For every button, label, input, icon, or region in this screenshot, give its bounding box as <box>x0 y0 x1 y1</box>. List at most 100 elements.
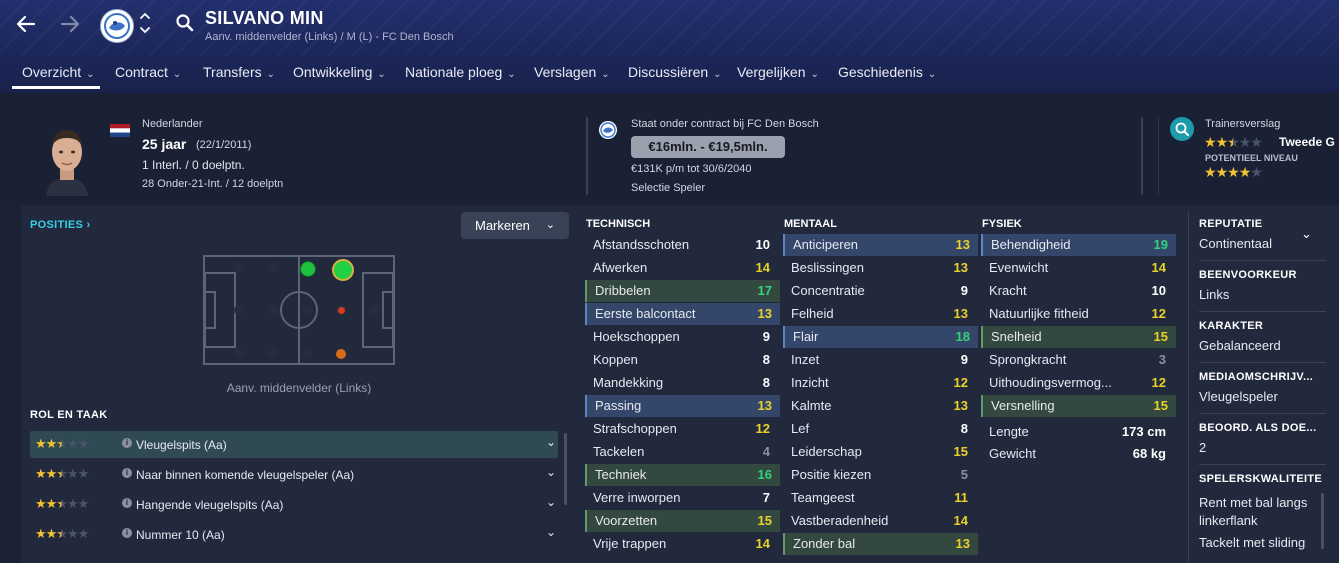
attribute-row[interactable]: Inzicht 12 <box>783 372 976 394</box>
chevron-down-icon: ⌄ <box>507 69 516 80</box>
roles-scrollbar[interactable] <box>564 433 567 505</box>
attribute-row[interactable]: Beslissingen 13 <box>783 257 976 279</box>
attribute-row[interactable]: Kracht 10 <box>981 280 1174 302</box>
attribute-row[interactable]: Afstandsschoten 10 <box>585 234 778 256</box>
chevron-down-icon[interactable]: ⌄ <box>1301 226 1312 242</box>
transfer-value-badge[interactable]: €16mln. - €19,5mln. <box>631 136 785 158</box>
attribute-row[interactable]: Sprongkracht 3 <box>981 349 1174 371</box>
attribute-row[interactable]: Verre inworpen 7 <box>585 487 778 509</box>
tab-ontwikkeling[interactable]: Ontwikkeling ⌄ <box>293 64 386 80</box>
forward-arrow-icon[interactable] <box>58 12 82 40</box>
media-value: Vleugelspeler <box>1199 389 1278 404</box>
info-icon[interactable]: i <box>122 528 132 538</box>
role-row[interactable]: ★★★★★ i Nummer 10 (Aa) ⌄ <box>30 521 558 548</box>
height-row: Lengte 173 cm <box>989 424 1166 439</box>
star-icon: ★ <box>1250 134 1263 150</box>
attribute-row[interactable]: Natuurlijke fitheid 12 <box>981 303 1174 325</box>
attribute-row[interactable]: Eerste balcontact 13 <box>585 303 780 325</box>
attribute-row[interactable]: Mandekking 8 <box>585 372 778 394</box>
mental-title: MENTAAL <box>784 218 837 230</box>
club-switch-chevrons-icon[interactable] <box>139 10 151 39</box>
tab-transfers[interactable]: Transfers ⌄ <box>203 64 275 80</box>
active-tab-indicator <box>12 86 100 89</box>
attribute-row[interactable]: Techniek 16 <box>585 464 780 486</box>
attribute-row[interactable]: Teamgeest 11 <box>783 487 976 509</box>
attribute-row[interactable]: Vrije trappen 14 <box>585 533 778 555</box>
attribute-row[interactable]: Afwerken 14 <box>585 257 778 279</box>
info-icon[interactable]: i <box>122 498 132 508</box>
chevron-down-icon: ⌄ <box>266 69 275 80</box>
chevron-down-icon[interactable]: ⌄ <box>546 435 556 449</box>
player-face-avatar <box>42 124 92 196</box>
info-icon[interactable]: i <box>122 438 132 448</box>
chevron-down-icon: ⌄ <box>377 69 386 80</box>
reputation-label: REPUTATIE <box>1199 218 1263 230</box>
tab-discussieren[interactable]: Discussiëren ⌄ <box>628 64 722 80</box>
traits-scrollbar[interactable] <box>1321 493 1324 549</box>
attribute-row[interactable]: Zonder bal 13 <box>783 533 978 555</box>
back-arrow-icon[interactable] <box>14 12 38 40</box>
scout-report-button[interactable] <box>1170 117 1194 141</box>
attribute-row[interactable]: Leiderschap 15 <box>783 441 976 463</box>
player-header: SILVANO MIN Aanv. middenvelder (Links) /… <box>0 0 1339 93</box>
role-row[interactable]: ★★★★★ i Naar binnen komende vleugelspele… <box>30 461 558 488</box>
chevron-down-icon[interactable]: ⌄ <box>546 525 556 539</box>
foot-value: Links <box>1199 287 1230 302</box>
attribute-row[interactable]: Felheid 13 <box>783 303 976 325</box>
chevron-down-icon: ⌄ <box>86 69 95 80</box>
tab-contract[interactable]: Contract ⌄ <box>115 64 181 80</box>
tab-nationale-ploeg[interactable]: Nationale ploeg ⌄ <box>405 64 516 80</box>
tab-overzicht[interactable]: Overzicht ⌄ <box>22 64 95 80</box>
tab-verslagen[interactable]: Verslagen ⌄ <box>534 64 610 80</box>
potential-level-label: POTENTIEEL NIVEAU <box>1205 153 1298 163</box>
chevron-down-icon[interactable]: ⌄ <box>546 495 556 509</box>
selected-position-marker <box>332 259 354 281</box>
position-marker <box>338 307 345 314</box>
highlight-dropdown[interactable]: Markeren ⌄ <box>461 212 569 239</box>
potential-ability-stars: ★★★★★ <box>1204 164 1263 181</box>
attribute-row[interactable]: Behendigheid 19 <box>981 234 1176 256</box>
tab-vergelijken[interactable]: Vergelijken ⌄ <box>737 64 819 80</box>
attribute-row[interactable]: Positie kiezen 5 <box>783 464 976 486</box>
attribute-row[interactable]: Strafschoppen 12 <box>585 418 778 440</box>
role-row[interactable]: ★★★★★ i Hangende vleugelspits (Aa) ⌄ <box>30 491 558 518</box>
chevron-down-icon: ⌄ <box>927 69 937 80</box>
tab-geschiedenis[interactable]: Geschiedenis ⌄ <box>838 64 936 80</box>
attribute-row[interactable]: Concentratie 9 <box>783 280 976 302</box>
attribute-row[interactable]: Snelheid 15 <box>981 326 1176 348</box>
position-marker <box>336 349 346 359</box>
character-value: Gebalanceerd <box>1199 338 1281 353</box>
attribute-row[interactable]: Inzet 9 <box>783 349 976 371</box>
attribute-row[interactable]: Flair 18 <box>783 326 978 348</box>
search-icon[interactable] <box>175 13 195 36</box>
info-divider <box>1141 117 1143 195</box>
attribute-row[interactable]: Dribbelen 17 <box>585 280 780 302</box>
nationality: Nederlander <box>142 118 203 130</box>
attribute-row[interactable]: Kalmte 13 <box>783 395 976 417</box>
attribute-row[interactable]: Tackelen 4 <box>585 441 778 463</box>
contract-wage: €131K p/m tot 30/6/2040 <box>631 163 752 175</box>
chevron-down-icon[interactable]: ⌄ <box>546 465 556 479</box>
star-icon: ★ <box>1238 164 1252 180</box>
info-icon[interactable]: i <box>122 468 132 478</box>
attribute-row[interactable]: Lef 8 <box>783 418 976 440</box>
traits-label: SPELERSKWALITEITE <box>1199 473 1323 485</box>
chevron-down-icon: ⌄ <box>172 69 182 80</box>
attribute-row[interactable]: Hoekschoppen 9 <box>585 326 778 348</box>
attribute-row[interactable]: Vastberadenheid 14 <box>783 510 976 532</box>
club-crest-icon[interactable] <box>100 9 134 43</box>
positions-link[interactable]: POSITIES › <box>30 219 90 231</box>
attribute-row[interactable]: Voorzetten 15 <box>585 510 780 532</box>
attribute-row[interactable]: Uithoudingsvermog... 12 <box>981 372 1174 394</box>
netherlands-flag-icon <box>110 124 130 137</box>
role-row[interactable]: ★★★★★ i Vleugelspits (Aa) ⌄ <box>30 431 558 458</box>
attribute-row[interactable]: Evenwicht 14 <box>981 257 1174 279</box>
attribute-row[interactable]: Passing 13 <box>585 395 780 417</box>
attribute-row[interactable]: Koppen 8 <box>585 349 778 371</box>
attribute-row[interactable]: Anticiperen 13 <box>783 234 978 256</box>
player-position-club: Aanv. middenvelder (Links) / M (L) - FC … <box>205 31 454 43</box>
current-level-label: Tweede G <box>1279 135 1335 149</box>
star-icon: ★ <box>1204 164 1217 180</box>
chevron-right-icon: › <box>86 219 91 231</box>
attribute-row[interactable]: Versnelling 15 <box>981 395 1176 417</box>
